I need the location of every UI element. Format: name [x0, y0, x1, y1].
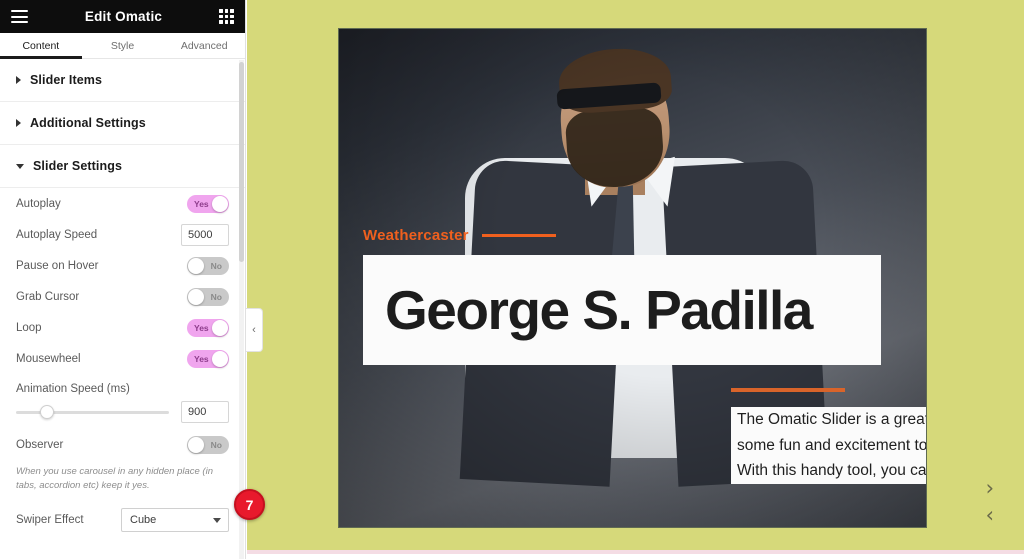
autoplay-toggle-value: Yes: [194, 198, 209, 209]
panel-title: Edit Omatic: [84, 9, 163, 24]
section-slider-settings[interactable]: Slider Settings: [0, 145, 245, 188]
hamburger-menu-icon[interactable]: [11, 10, 28, 23]
toggle-knob: [188, 288, 204, 305]
mousewheel-toggle-value: Yes: [194, 353, 209, 364]
observer-toggle-value: No: [210, 439, 222, 450]
pause-on-hover-label: Pause on Hover: [16, 259, 99, 272]
slide-description-line: some fun and excitement to your photos.: [731, 432, 926, 459]
autoplay-toggle[interactable]: Yes: [187, 194, 229, 213]
tab-content[interactable]: Content: [0, 33, 82, 59]
setting-row-swiper-effect: Swiper Effect Cube: [16, 503, 229, 537]
animation-speed-slider[interactable]: [16, 405, 169, 419]
animation-speed-label: Animation Speed (ms): [16, 383, 130, 395]
toggle-knob: [212, 319, 228, 336]
autoplay-speed-label: Autoplay Speed: [16, 228, 98, 241]
canvas-bottom-whitespace: [247, 554, 1024, 559]
chevron-right-icon: [16, 76, 21, 84]
slide-description-rule: [731, 388, 845, 392]
slider-preview-canvas[interactable]: Weathercaster George S. Padilla The Omat…: [247, 0, 1024, 550]
pause-on-hover-toggle-value: No: [210, 260, 222, 271]
slider-handle[interactable]: [39, 405, 54, 419]
observer-help-note: When you use carousel in any hidden plac…: [16, 466, 213, 491]
section-additional-settings-label: Additional Settings: [30, 116, 146, 130]
section-slider-settings-label: Slider Settings: [33, 159, 123, 173]
loop-toggle-value: Yes: [194, 322, 209, 333]
slide-description-line: The Omatic Slider is a great way to add: [731, 407, 926, 433]
panel-collapse-handle[interactable]: ‹: [246, 308, 263, 352]
tab-advanced[interactable]: Advanced: [163, 33, 245, 58]
section-slider-items[interactable]: Slider Items: [0, 59, 245, 102]
setting-row-mousewheel: Mousewheel Yes: [16, 343, 229, 374]
chevron-left-icon: ‹: [252, 323, 256, 336]
toggle-knob: [188, 257, 204, 274]
setting-row-autoplay: Autoplay Yes: [16, 188, 229, 219]
grab-cursor-toggle[interactable]: No: [187, 287, 229, 306]
grid-apps-icon[interactable]: [219, 9, 234, 24]
toggle-knob: [212, 350, 228, 367]
observer-toggle[interactable]: No: [187, 435, 229, 454]
slide-subtitle: Weathercaster: [363, 227, 469, 244]
slide-title-box[interactable]: George S. Padilla: [363, 255, 881, 365]
section-slider-items-label: Slider Items: [30, 73, 103, 87]
tab-style[interactable]: Style: [82, 33, 164, 58]
editor-sidebar: Edit Omatic Content Style Advanced Slide…: [0, 0, 246, 559]
toggle-knob: [212, 195, 228, 212]
chevron-right-icon: [16, 119, 21, 127]
setting-row-pause-on-hover: Pause on Hover No: [16, 250, 229, 281]
sidebar-scrollbar-thumb[interactable]: [239, 62, 244, 262]
grab-cursor-label: Grab Cursor: [16, 290, 80, 303]
slider-navigation: › ‹: [986, 478, 994, 526]
swiper-effect-value: Cube: [130, 513, 157, 526]
loop-label: Loop: [16, 321, 42, 334]
grab-cursor-toggle-value: No: [210, 291, 222, 302]
previous-slide-arrow-icon[interactable]: ‹: [986, 505, 994, 526]
loop-toggle[interactable]: Yes: [187, 318, 229, 337]
swiper-effect-select[interactable]: Cube: [121, 507, 229, 532]
section-additional-settings[interactable]: Additional Settings: [0, 102, 245, 145]
animation-speed-control: [16, 395, 229, 429]
slider-settings-body: Autoplay Yes Autoplay Speed Pause on Hov…: [0, 188, 245, 537]
toggle-knob: [188, 436, 204, 453]
observer-label: Observer: [16, 438, 64, 451]
slide-stage[interactable]: Weathercaster George S. Padilla The Omat…: [338, 28, 927, 528]
chevron-down-icon: [16, 163, 24, 169]
swiper-effect-select-wrap: Cube: [121, 507, 229, 532]
step-number-badge: 7: [234, 489, 265, 520]
setting-row-loop: Loop Yes: [16, 312, 229, 343]
slide-subtitle-rule: [481, 234, 556, 237]
swiper-effect-label: Swiper Effect: [16, 513, 84, 526]
autoplay-label: Autoplay: [16, 197, 61, 210]
next-slide-arrow-icon[interactable]: ›: [986, 478, 994, 499]
pause-on-hover-toggle[interactable]: No: [187, 256, 229, 275]
setting-row-observer: Observer No: [16, 429, 229, 460]
slide-title: George S. Padilla: [385, 279, 813, 341]
mousewheel-label: Mousewheel: [16, 352, 81, 365]
animation-speed-input[interactable]: [181, 401, 229, 423]
slide-subtitle-group: Weathercaster: [363, 227, 556, 244]
panel-header: Edit Omatic: [0, 0, 245, 33]
setting-row-grab-cursor: Grab Cursor No: [16, 281, 229, 312]
slide-description-box[interactable]: The Omatic Slider is a great way to add …: [731, 407, 926, 484]
panel-tabs: Content Style Advanced: [0, 33, 245, 59]
slide-description-line: With this handy tool, you can easily: [731, 458, 926, 484]
mousewheel-toggle[interactable]: Yes: [187, 349, 229, 368]
autoplay-speed-input[interactable]: [181, 223, 229, 246]
setting-row-autoplay-speed: Autoplay Speed: [16, 219, 229, 250]
editor-screen: Weathercaster George S. Padilla The Omat…: [0, 0, 1024, 559]
